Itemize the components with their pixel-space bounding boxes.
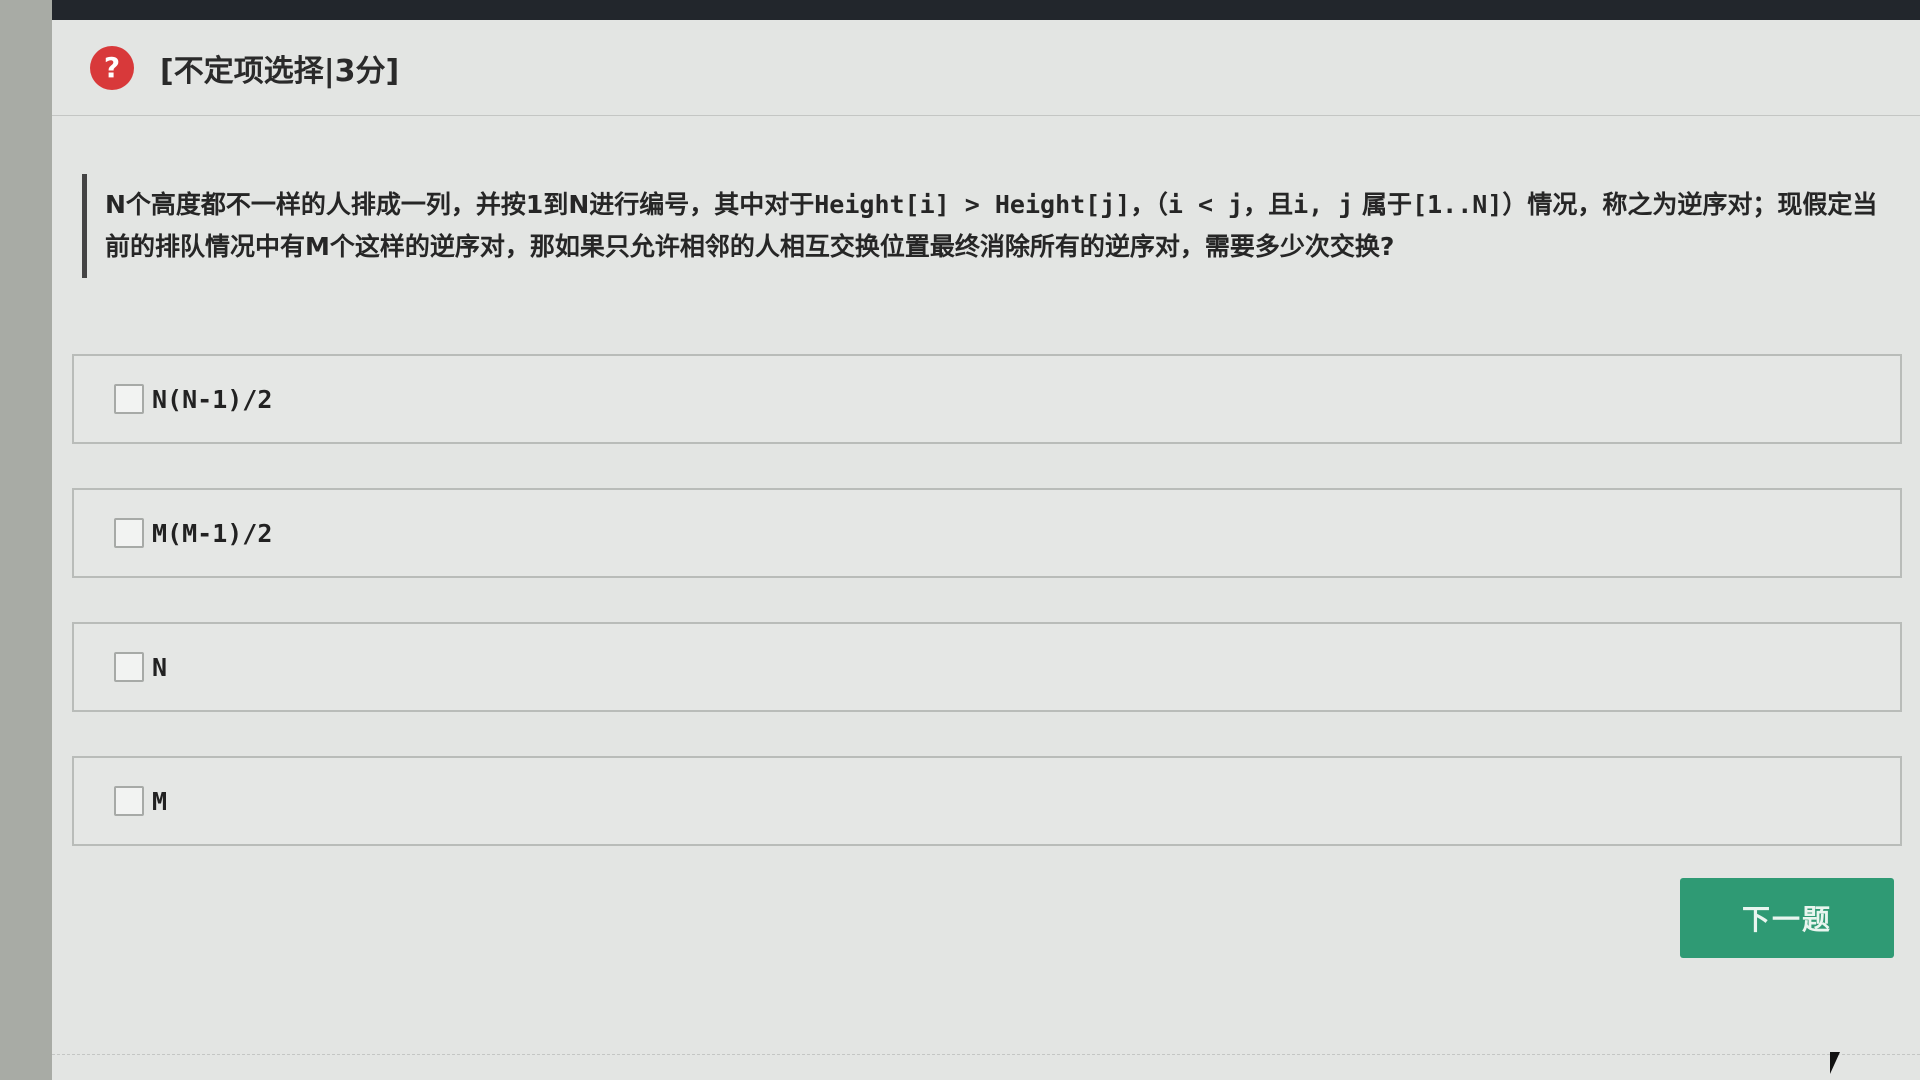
question-header: ? [不定项选择|3分] [52,20,1920,116]
question-text-part: N个高度都不一样的人排成一列，并按1到N进行编号，其中对于 [105,190,815,219]
question-text-part: ，（ [1130,190,1168,219]
question-code-part: i, j [1293,190,1354,219]
mouse-cursor-icon [1830,1052,1840,1074]
option-d[interactable]: M [72,756,1902,846]
next-question-button[interactable]: 下一题 [1680,878,1894,958]
footer-divider [52,1054,1920,1055]
option-a[interactable]: N(N-1)/2 [72,354,1902,444]
answer-options: N(N-1)/2 M(M-1)/2 N M [72,354,1902,890]
question-code-part: Height[i] > Height[j] [814,190,1131,219]
option-label: N(N-1)/2 [152,384,273,414]
checkbox-icon[interactable] [114,652,144,682]
left-sidebar-strip [0,0,52,1080]
question-panel: ? [不定项选择|3分] N个高度都不一样的人排成一列，并按1到N进行编号，其中… [52,20,1920,1080]
option-label: M [152,786,168,816]
option-c[interactable]: N [72,622,1902,712]
checkbox-icon[interactable] [114,384,144,414]
question-code-part: i < j [1167,190,1244,219]
question-text-part: 属于 [1353,190,1413,219]
question-type-label: [不定项选择|3分] [160,53,400,89]
question-circle-icon: ? [90,45,134,90]
question-code-part: [1..N] [1412,190,1503,219]
checkbox-icon[interactable] [114,786,144,816]
question-text-part: ，且 [1243,190,1294,219]
checkbox-icon[interactable] [114,518,144,548]
option-label: N [152,652,168,682]
option-b[interactable]: M(M-1)/2 [72,488,1902,578]
question-text: N个高度都不一样的人排成一列，并按1到N进行编号，其中对于Height[i] >… [82,174,1902,278]
option-label: M(M-1)/2 [152,518,273,548]
